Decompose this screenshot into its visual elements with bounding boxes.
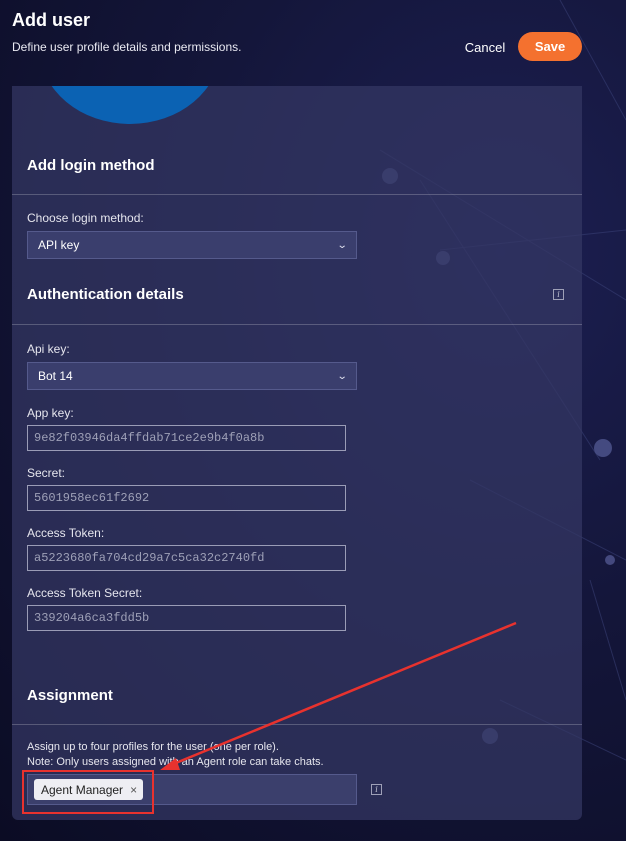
chevron-down-icon: ⌄ [336,239,348,251]
authentication-details-title: Authentication details [27,286,184,303]
page-subtitle: Define user profile details and permissi… [12,40,242,54]
assignment-note-line-2: Note: Only users assigned with an Agent … [27,756,324,768]
avatar [40,86,220,124]
choose-login-method-label: Choose login method: [27,211,144,225]
access-token-field[interactable] [27,545,346,571]
remove-profile-icon[interactable]: × [130,783,137,797]
cancel-button[interactable]: Cancel [458,33,512,61]
api-key-select[interactable]: Bot 14 ⌄ [27,362,357,390]
login-method-value: API key [38,238,80,252]
divider [12,724,582,725]
app-key-field[interactable] [27,425,346,451]
profile-assignment-input[interactable]: Agent Manager × [27,774,357,805]
chevron-down-icon: ⌄ [336,370,348,382]
api-key-value: Bot 14 [38,369,73,383]
app-key-label: App key: [27,406,74,420]
assignment-note-line-1: Assign up to four profiles for the user … [27,741,279,753]
user-form-card: Add login method Choose login method: AP… [12,86,582,820]
login-method-select[interactable]: API key ⌄ [27,231,357,259]
assignment-note: Assign up to four profiles for the user … [27,740,324,770]
access-token-secret-field[interactable] [27,605,346,631]
divider [12,324,582,325]
login-method-title: Add login method [27,157,155,174]
secret-field[interactable] [27,485,346,511]
profile-chip: Agent Manager × [34,779,144,800]
page-title: Add user [12,10,91,30]
access-token-label: Access Token: [27,526,105,540]
secret-label: Secret: [27,466,66,480]
divider [12,194,582,195]
profile-chip-label: Agent Manager [41,782,124,797]
save-button[interactable]: Save [518,32,582,61]
info-icon[interactable]: i [371,784,382,795]
assignment-title: Assignment [27,687,113,704]
api-key-label: Api key: [27,342,70,356]
access-token-secret-label: Access Token Secret: [27,586,143,600]
info-icon[interactable]: i [553,289,564,300]
